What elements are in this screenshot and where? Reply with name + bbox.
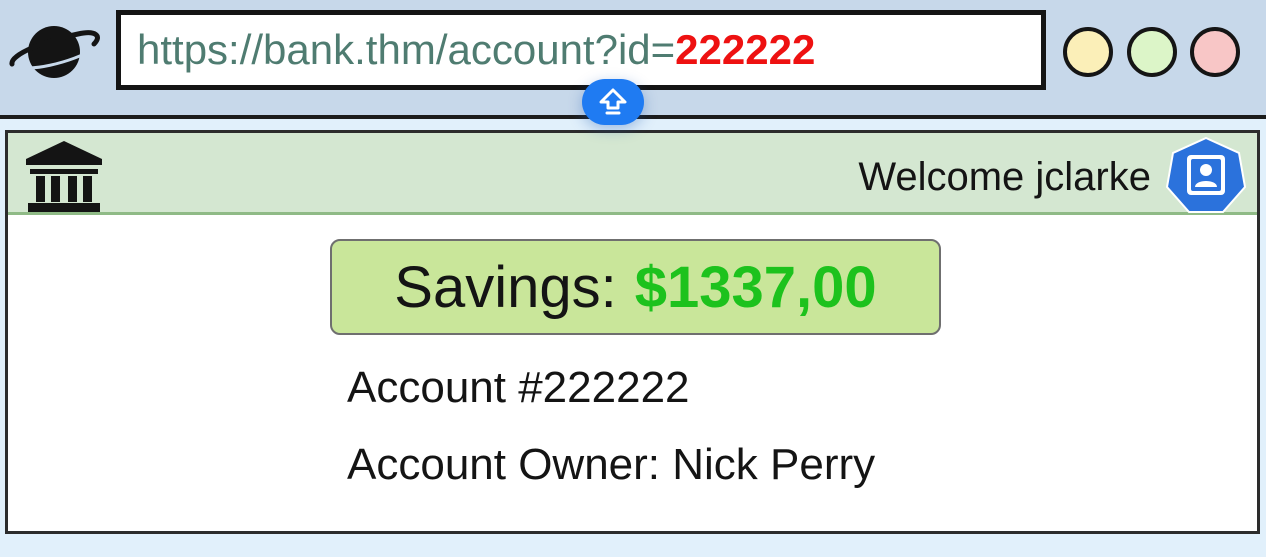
- url-base-text: https://bank.thm/account?id=: [137, 26, 676, 73]
- maximize-button[interactable]: [1127, 27, 1177, 77]
- balance-value: $1337,00: [634, 254, 877, 320]
- minimize-button[interactable]: [1063, 27, 1113, 77]
- user-profile-icon[interactable]: [1166, 137, 1246, 213]
- planet-icon[interactable]: [8, 14, 102, 88]
- upload-arrow-icon: [599, 88, 627, 115]
- url-id-param: 222222: [675, 26, 816, 73]
- address-bar[interactable]: https://bank.thm/account?id= 222222: [116, 10, 1046, 90]
- welcome-message: Welcome jclarke: [858, 155, 1151, 199]
- site-header: Welcome jclarke: [8, 133, 1257, 215]
- edit-url-button[interactable]: [582, 79, 644, 125]
- account-number: Account #222222: [347, 363, 690, 412]
- savings-balance-box: Savings: $1337,00: [330, 239, 941, 335]
- close-button[interactable]: [1190, 27, 1240, 77]
- account-owner: Account Owner: Nick Perry: [347, 440, 876, 489]
- bank-page: Welcome jclarke Savings: $1337,00 Accoun…: [5, 130, 1260, 534]
- bank-building-icon[interactable]: [24, 139, 104, 213]
- balance-label: Savings:: [394, 254, 617, 320]
